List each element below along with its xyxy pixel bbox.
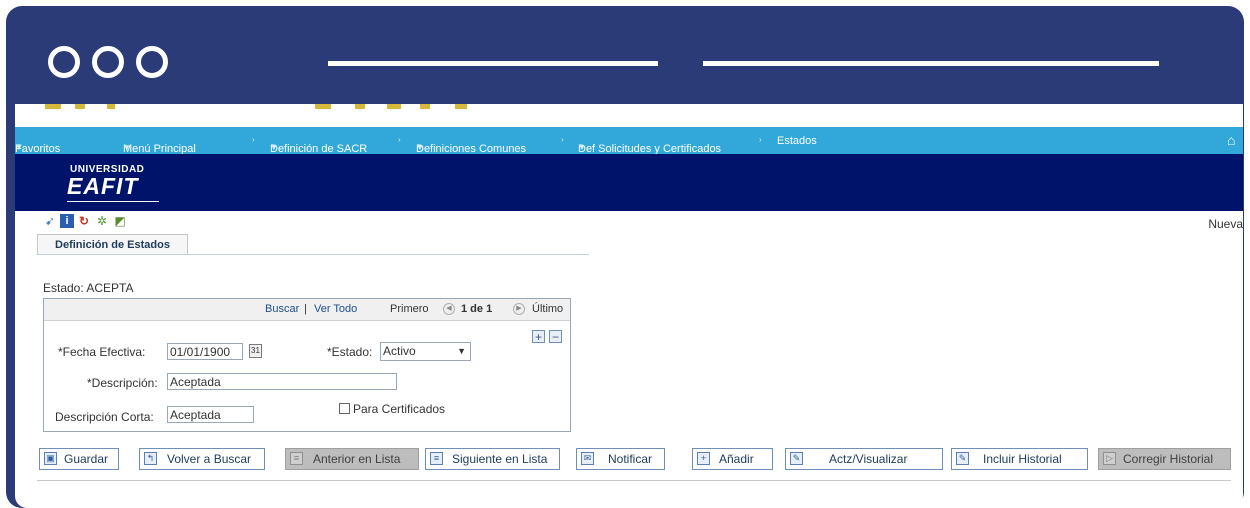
breadcrumb-sep-1: › [252, 135, 255, 144]
help-icon[interactable]: ➹ [43, 214, 57, 228]
estado-field-label: *Estado: [327, 345, 373, 359]
footer-divider [37, 480, 1231, 481]
page-content: Favoritos ▼ Menú Principal ▼ › Definició… [15, 104, 1243, 508]
tab-underline [37, 254, 589, 255]
info-icon[interactable]: i [60, 214, 74, 228]
ultimo-label: Último [532, 303, 564, 315]
fecha-efectiva-input[interactable]: 01/01/1900 [167, 343, 243, 360]
effective-dated-panel: Buscar | Ver Todo Primero ◀ 1 de 1 ▶ Últ… [43, 298, 571, 432]
anterior-label: Anterior en Lista [313, 452, 401, 466]
panel-header: Buscar | Ver Todo Primero ◀ 1 de 1 ▶ Últ… [44, 299, 570, 321]
header-separator: | [304, 303, 307, 315]
siguiente-label: Siguiente en Lista [452, 452, 548, 466]
next-list-icon: ≡ [430, 452, 443, 465]
actz-visualizar-button[interactable]: ✎ Actz/Visualizar [785, 448, 943, 470]
include-history-icon: ✎ [956, 452, 969, 465]
volver-a-buscar-button[interactable]: ↰ Volver a Buscar [139, 448, 265, 470]
breadcrumb-estados[interactable]: Estados [777, 135, 817, 147]
breadcrumb-nav: Favoritos ▼ Menú Principal ▼ › Definició… [15, 127, 1243, 155]
window-frame: Favoritos ▼ Menú Principal ▼ › Definició… [6, 6, 1244, 508]
breadcrumb-sep-2: › [398, 135, 401, 144]
notificar-label: Notificar [608, 452, 653, 466]
notificar-button[interactable]: ✉ Notificar [576, 448, 665, 470]
logo-underline [67, 201, 159, 202]
calendar-icon[interactable]: 31 [249, 344, 262, 358]
window-dot-1 [48, 46, 80, 78]
fecha-efectiva-label: *Fecha Efectiva: [58, 345, 146, 359]
estado-key-label: Estado: [43, 281, 84, 295]
descripcion-input[interactable]: Aceptada [167, 373, 397, 390]
gear-icon[interactable]: ✲ [95, 214, 109, 228]
descripcion-corta-input[interactable]: Aceptada [167, 406, 254, 423]
ver-todo-link[interactable]: Ver Todo [314, 303, 357, 315]
window-title-bar-1 [328, 61, 658, 66]
primero-label: Primero [390, 303, 429, 315]
siguiente-en-lista-button[interactable]: ≡ Siguiente en Lista [425, 448, 560, 470]
guardar-label: Guardar [64, 452, 109, 466]
anadir-button[interactable]: + Añadir [692, 448, 773, 470]
estado-select-value: Activo [383, 344, 416, 358]
tab-definicion-estados[interactable]: Definición de Estados [37, 234, 188, 255]
chart-icon[interactable]: ◩ [113, 214, 127, 228]
correct-history-icon: ▷ [1103, 452, 1116, 465]
actz-label: Actz/Visualizar [829, 452, 908, 466]
top-decoration [15, 104, 1243, 110]
volver-label: Volver a Buscar [167, 452, 252, 466]
anadir-label: Añadir [719, 452, 754, 466]
add-icon: + [697, 452, 710, 465]
breadcrumb-sep-4: › [759, 135, 762, 144]
chevron-down-icon: ▼ [457, 346, 466, 356]
window-dot-2 [92, 46, 124, 78]
corregir-label: Corregir Historial [1123, 452, 1214, 466]
notify-icon: ✉ [581, 452, 594, 465]
home-icon[interactable]: ⌂ [1227, 132, 1235, 148]
corregir-historial-button[interactable]: ▷ Corregir Historial [1098, 448, 1231, 470]
descripcion-corta-label: Descripción Corta: [55, 410, 154, 424]
estado-select[interactable]: Activo ▼ [380, 342, 471, 361]
anterior-en-lista-button[interactable]: ≡ Anterior en Lista [285, 448, 419, 470]
delete-row-button[interactable]: − [549, 330, 562, 343]
estado-key-value: ACEPTA [86, 281, 134, 295]
return-search-icon: ↰ [144, 452, 157, 465]
logo-eafit: EAFIT [67, 173, 139, 199]
new-window-link[interactable]: Nueva [1208, 217, 1243, 231]
prev-row-icon[interactable]: ◀ [443, 303, 455, 316]
window-dot-3 [136, 46, 168, 78]
incluir-historial-button[interactable]: ✎ Incluir Historial [951, 448, 1088, 470]
buscar-link[interactable]: Buscar [265, 303, 299, 315]
para-certificados-label: Para Certificados [353, 402, 446, 416]
update-display-icon: ✎ [790, 452, 803, 465]
save-icon: ▣ [44, 452, 57, 465]
para-certificados-checkbox[interactable] [339, 403, 350, 414]
row-position: 1 de 1 [461, 303, 493, 315]
add-row-button[interactable]: + [532, 330, 545, 343]
window-title-bar-2 [703, 61, 1159, 66]
guardar-button[interactable]: ▣ Guardar [39, 448, 119, 470]
descripcion-label: *Descripción: [87, 376, 158, 390]
breadcrumb-sep-3: › [561, 135, 564, 144]
previous-list-icon: ≡ [290, 452, 303, 465]
incluir-label: Incluir Historial [983, 452, 1062, 466]
refresh-icon[interactable]: ↻ [77, 214, 91, 228]
university-banner: UNIVERSIDAD EAFIT [15, 154, 1243, 211]
estado-key: Estado: ACEPTA [43, 281, 134, 295]
next-row-icon[interactable]: ▶ [513, 303, 525, 316]
